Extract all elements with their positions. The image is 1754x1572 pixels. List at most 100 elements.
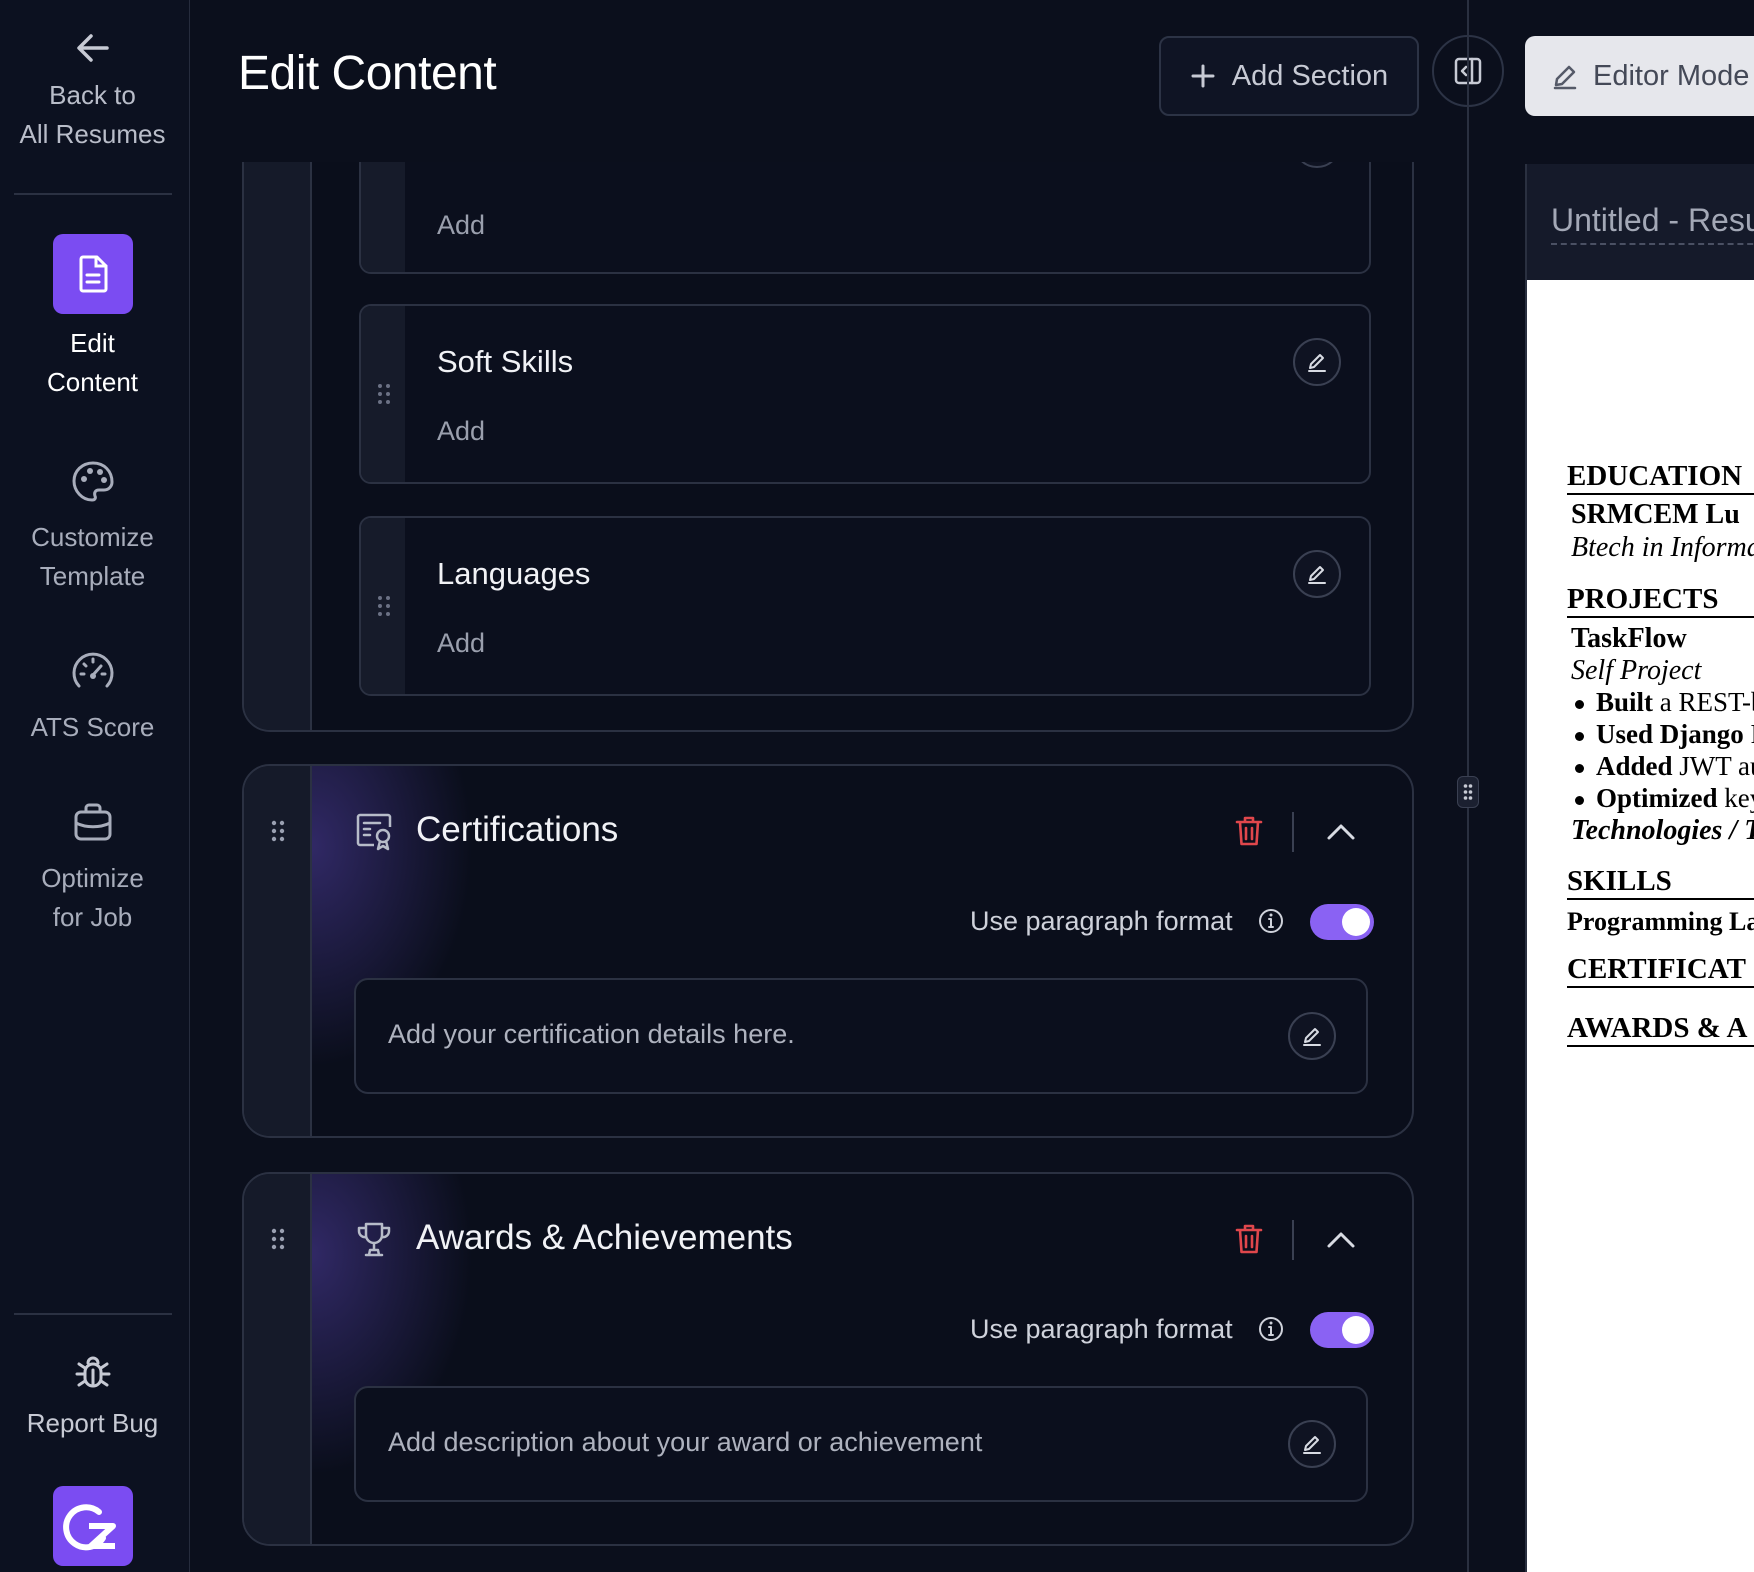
delete-section-button[interactable] xyxy=(1234,814,1264,848)
bullet-dot xyxy=(1575,700,1584,710)
resume-certifications-heading: CERTIFICAT xyxy=(1567,953,1754,988)
sidebar-item-customize-template[interactable]: Customize Template xyxy=(0,458,185,596)
paragraph-format-toggle[interactable] xyxy=(1310,904,1374,940)
back-to-all-resumes-link[interactable]: Back to All Resumes xyxy=(0,28,185,154)
subsection-drag-column xyxy=(361,306,405,482)
back-label-line1: Back to xyxy=(49,80,136,110)
resume-technologies: Technologies / T xyxy=(1571,815,1754,846)
section-drag-column xyxy=(244,766,312,1136)
resume-skills-line: Programming La xyxy=(1567,907,1754,936)
resume-education-heading: EDUCATION xyxy=(1567,460,1754,495)
edit-soft-skills-button[interactable] xyxy=(1293,338,1341,386)
pencil-icon xyxy=(1551,62,1579,90)
bullet-text: key xyxy=(1724,783,1754,813)
bullet-dot xyxy=(1575,764,1584,774)
bullet-bold: Used Django xyxy=(1596,719,1744,749)
certificate-icon xyxy=(356,813,392,851)
add-language-link[interactable]: Add xyxy=(437,628,485,659)
bullet-dot xyxy=(1575,732,1584,742)
resume-page: EDUCATION SRMCEM Lu Btech in Informa PRO… xyxy=(1527,280,1754,1572)
resume-project-type: Self Project xyxy=(1571,655,1702,686)
subsection-drag-column xyxy=(361,518,405,694)
trophy-icon xyxy=(357,1222,391,1257)
pencil-icon xyxy=(1303,1028,1321,1046)
award-placeholder: Add description about your award or achi… xyxy=(388,1427,983,1457)
drag-handle-icon[interactable] xyxy=(270,819,286,843)
pencil-icon xyxy=(1308,566,1326,584)
collapse-section-button[interactable] xyxy=(1324,1223,1358,1257)
certifications-section-card: Certifications Use paragraph format Add … xyxy=(242,764,1414,1138)
editor-content: Add Soft Skills Add Languages Add Certif… xyxy=(190,162,1467,1572)
resume-bullet: Built a REST-b xyxy=(1575,687,1754,718)
document-icon xyxy=(52,234,133,314)
sidebar-item-label: ATS Score xyxy=(30,712,155,742)
paragraph-format-label: Use paragraph format xyxy=(970,1314,1233,1344)
paragraph-format-label: Use paragraph format xyxy=(970,906,1233,936)
resume-project-name: TaskFlow xyxy=(1571,623,1687,654)
subsection-title: Soft Skills xyxy=(437,344,574,379)
resume-title[interactable]: Untitled - Resu xyxy=(1551,202,1754,245)
bullet-bold: Added xyxy=(1596,751,1673,781)
drag-handle-icon[interactable] xyxy=(270,1227,286,1251)
drag-handle-icon[interactable] xyxy=(377,594,391,618)
sidebar-item-optimize-for-job[interactable]: Optimize for Job xyxy=(0,799,185,937)
arrow-left-icon xyxy=(73,28,113,68)
skill-subsection-card: Add xyxy=(359,162,1371,274)
skill-subsection-card: Languages Add xyxy=(359,516,1371,696)
sidebar-divider xyxy=(14,1313,172,1315)
delete-section-button[interactable] xyxy=(1234,1222,1264,1256)
resume-bullet: Added JWT au xyxy=(1575,751,1754,782)
awards-section-card: Awards & Achievements Use paragraph form… xyxy=(242,1172,1414,1546)
sidebar-item-label: Customize xyxy=(31,522,154,552)
resume-degree: Btech in Informa xyxy=(1571,532,1754,563)
info-icon[interactable] xyxy=(1258,1316,1284,1342)
add-skill-link[interactable]: Add xyxy=(437,210,485,241)
add-section-button[interactable]: Add Section xyxy=(1159,36,1419,116)
section-drag-column xyxy=(244,162,312,730)
resume-school: SRMCEM Lu xyxy=(1571,499,1740,530)
sidebar-item-label: Content xyxy=(46,367,139,397)
drag-handle-icon[interactable] xyxy=(377,382,391,406)
certification-placeholder: Add your certification details here. xyxy=(388,1019,795,1049)
skills-section-card: Add Soft Skills Add Languages Add xyxy=(242,162,1414,732)
sidebar-item-label: Template xyxy=(39,561,146,591)
sidebar-divider xyxy=(14,193,172,195)
bullet-text: JWT au xyxy=(1679,751,1754,781)
header-separator xyxy=(1292,812,1294,852)
award-description-field[interactable]: Add description about your award or achi… xyxy=(354,1386,1368,1502)
sidebar-item-ats-score[interactable]: ATS Score xyxy=(0,648,185,747)
back-label-line2: All Resumes xyxy=(19,119,166,149)
paragraph-format-toggle[interactable] xyxy=(1310,1312,1374,1348)
pencil-icon xyxy=(1308,354,1326,372)
sidebar-item-edit-content[interactable]: Edit Content xyxy=(0,234,185,402)
info-icon[interactable] xyxy=(1258,908,1284,934)
edit-languages-button[interactable] xyxy=(1293,550,1341,598)
gauge-icon xyxy=(69,648,117,696)
editor-mode-label: Editor Mode xyxy=(1593,59,1750,92)
pencil-icon xyxy=(1303,1436,1321,1454)
toggle-knob xyxy=(1342,1316,1370,1344)
preview-header: Untitled - Resu xyxy=(1527,164,1754,280)
bullet-dot xyxy=(1575,796,1584,806)
subsection-title: Languages xyxy=(437,556,591,591)
resume-awards-heading: AWARDS & A xyxy=(1567,1012,1754,1047)
edit-subsection-button[interactable] xyxy=(1293,162,1341,168)
resume-bullet: Optimized key xyxy=(1575,783,1754,814)
page-title: Edit Content xyxy=(238,47,497,100)
edit-award-button[interactable] xyxy=(1288,1420,1336,1468)
resume-bullet: Used Django R xyxy=(1575,719,1754,750)
bullet-text: a REST-b xyxy=(1653,687,1754,717)
certification-description-field[interactable]: Add your certification details here. xyxy=(354,978,1368,1094)
palette-icon xyxy=(69,458,117,506)
section-title: Certifications xyxy=(416,810,619,849)
sidebar-item-label: Edit xyxy=(70,328,115,358)
add-section-label: Add Section xyxy=(1231,59,1389,92)
gz-logo-icon[interactable] xyxy=(53,1486,133,1566)
section-drag-column xyxy=(244,1174,312,1544)
collapse-section-button[interactable] xyxy=(1324,815,1358,849)
plus-icon xyxy=(1190,63,1216,89)
add-skill-link[interactable]: Add xyxy=(437,416,485,447)
editor-mode-button[interactable]: Editor Mode xyxy=(1525,36,1754,116)
report-bug-button[interactable]: Report Bug xyxy=(0,1352,185,1443)
edit-certification-button[interactable] xyxy=(1288,1012,1336,1060)
